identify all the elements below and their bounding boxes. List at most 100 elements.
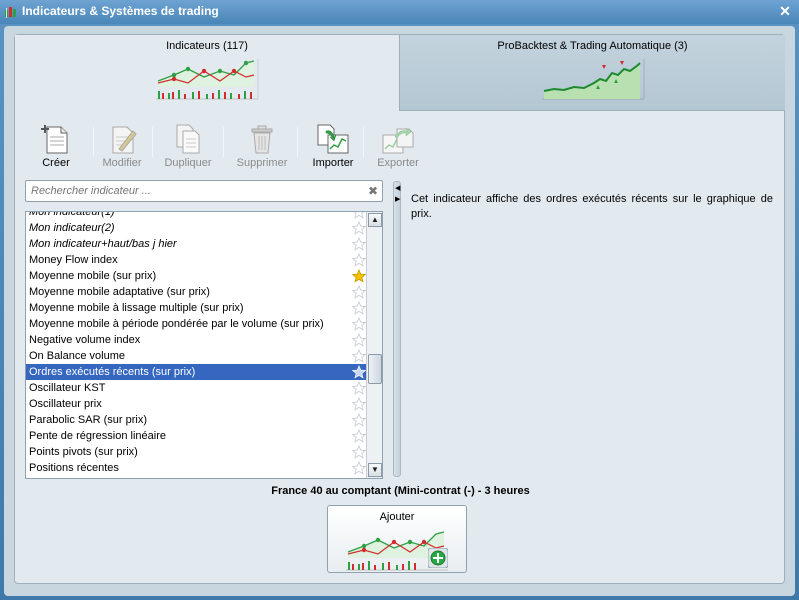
add-button-label: Ajouter xyxy=(379,511,415,523)
search-box: ✖ xyxy=(25,180,383,202)
list-item-label: Oscillateur prix xyxy=(29,398,102,410)
tab-probacktest-label: ProBacktest & Trading Automatique (3) xyxy=(497,40,688,52)
window-title: Indicateurs & Systèmes de trading xyxy=(22,4,219,18)
delete-button[interactable]: Supprimer xyxy=(229,123,295,173)
star-outline-icon[interactable] xyxy=(352,253,366,267)
star-outline-icon[interactable] xyxy=(352,397,366,411)
star-outline-icon[interactable] xyxy=(352,237,366,251)
list-item[interactable]: On Balance volume xyxy=(26,348,366,364)
import-button[interactable]: Importer xyxy=(300,123,366,173)
list-item[interactable]: Oscillateur prix xyxy=(26,396,366,412)
backtest-chart-icon xyxy=(541,59,644,100)
list-item[interactable]: Mon indicateur+haut/bas j hier xyxy=(26,236,366,252)
list-item-label: Mon indicateur+haut/bas j hier xyxy=(29,238,177,250)
modify-button[interactable]: Modifier xyxy=(89,123,155,173)
star-outline-icon[interactable] xyxy=(352,349,366,363)
star-outline-icon[interactable] xyxy=(352,285,366,299)
list-item[interactable]: Oscillateur KST xyxy=(26,380,366,396)
import-icon xyxy=(317,124,349,154)
toolbar-separator xyxy=(223,127,224,157)
duplicate-label: Dupliquer xyxy=(164,157,212,169)
tab-probacktest[interactable]: ProBacktest & Trading Automatique (3) xyxy=(400,35,785,111)
list-item[interactable]: Ordres exécutés récents (sur prix) xyxy=(26,364,366,380)
import-label: Importer xyxy=(312,157,354,169)
edit-document-icon xyxy=(112,126,137,154)
indicator-list-items: Mon indicateur(1) Mon indicateur(2) Mon in… xyxy=(26,211,366,476)
create-button[interactable]: Créer xyxy=(23,123,89,173)
tab-indicators-label: Indicateurs (117) xyxy=(166,40,248,52)
list-item-label: Moyenne mobile adaptative (sur prix) xyxy=(29,286,210,298)
list-item[interactable]: Positions récentes xyxy=(26,460,366,476)
toolbar-separator xyxy=(152,127,153,157)
list-item-label: Points pivots (sur prix) xyxy=(29,446,138,458)
toolbar-separator xyxy=(363,127,364,157)
list-item[interactable]: Points pivots (sur prix) xyxy=(26,444,366,460)
list-item-label: Mon indicateur(2) xyxy=(29,222,115,234)
duplicate-button[interactable]: Dupliquer xyxy=(155,123,221,173)
scroll-thumb[interactable] xyxy=(368,354,382,384)
trash-icon xyxy=(251,125,273,154)
list-item[interactable]: Money Flow index xyxy=(26,252,366,268)
list-item-label: On Balance volume xyxy=(29,350,125,362)
client-area: Indicateurs (117) ProBacktest & Trading … xyxy=(4,26,795,596)
star-outline-icon[interactable] xyxy=(352,365,366,379)
export-label: Exporter xyxy=(377,157,419,169)
scroll-up-icon[interactable]: ▲ xyxy=(368,213,382,227)
list-item[interactable]: Negative volume index xyxy=(26,332,366,348)
collapse-left-icon[interactable]: ◀ xyxy=(395,185,400,192)
list-item-label: Ordres exécutés récents (sur prix) xyxy=(29,366,196,378)
delete-label: Supprimer xyxy=(236,157,288,169)
toolbar: Créer Modifier Dupliquer Supprimer Impor… xyxy=(23,123,423,173)
app-icon xyxy=(5,7,16,18)
list-item[interactable]: Moyenne mobile à période pondérée par le… xyxy=(26,316,366,332)
indicator-chart-icon xyxy=(156,59,259,100)
indicator-list: Mon indicateur(1) Mon indicateur(2) Mon in… xyxy=(25,211,383,479)
list-item-label: Mon indicateur(1) xyxy=(29,211,115,218)
star-outline-icon[interactable] xyxy=(352,413,366,427)
list-item[interactable]: Mon indicateur(2) xyxy=(26,220,366,236)
star-outline-icon[interactable] xyxy=(352,333,366,347)
main-panel: Indicateurs (117) ProBacktest & Trading … xyxy=(14,34,785,584)
list-scrollbar[interactable]: ▲ ▼ xyxy=(366,212,382,478)
list-item-label: Moyenne mobile à période pondérée par le… xyxy=(29,318,324,330)
add-indicator-button[interactable]: Ajouter xyxy=(327,505,467,573)
panel-splitter[interactable]: ◀ ▶ xyxy=(393,181,401,477)
favorite-star-icon[interactable] xyxy=(352,269,366,283)
star-outline-icon[interactable] xyxy=(352,317,366,331)
star-outline-icon[interactable] xyxy=(352,461,366,475)
tab-indicators[interactable]: Indicateurs (117) xyxy=(15,35,400,111)
star-outline-icon[interactable] xyxy=(352,429,366,443)
list-item[interactable]: Parabolic SAR (sur prix) xyxy=(26,412,366,428)
star-outline-icon[interactable] xyxy=(352,211,366,219)
close-icon[interactable]: ✕ xyxy=(777,3,793,19)
title-bar[interactable]: Indicateurs & Systèmes de trading ✕ xyxy=(0,0,799,24)
list-item-label: Pente de régression linéaire xyxy=(29,430,166,442)
star-outline-icon[interactable] xyxy=(352,301,366,315)
export-button[interactable]: Exporter xyxy=(365,123,431,173)
clear-search-icon[interactable]: ✖ xyxy=(368,184,378,198)
star-outline-icon[interactable] xyxy=(352,221,366,235)
list-item[interactable]: Moyenne mobile adaptative (sur prix) xyxy=(26,284,366,300)
instrument-label: France 40 au comptant (Mini-contrat (-) … xyxy=(271,485,530,497)
list-item[interactable]: Moyenne mobile à lissage multiple (sur p… xyxy=(26,300,366,316)
list-item[interactable]: Moyenne mobile (sur prix) xyxy=(26,268,366,284)
duplicate-icon xyxy=(176,124,200,154)
star-outline-icon[interactable] xyxy=(352,445,366,459)
toolbar-separator xyxy=(297,127,298,157)
modify-label: Modifier xyxy=(102,157,142,169)
list-item[interactable]: Mon indicateur(1) xyxy=(26,211,366,220)
list-item-label: Positions récentes xyxy=(29,462,119,474)
list-item[interactable]: Pente de régression linéaire xyxy=(26,428,366,444)
plus-icon xyxy=(428,548,448,568)
list-item-label: Money Flow index xyxy=(29,254,118,266)
expand-right-icon[interactable]: ▶ xyxy=(395,196,400,203)
new-document-icon xyxy=(41,125,68,154)
indicators-window: Indicateurs & Systèmes de trading ✕ Indi… xyxy=(0,0,799,600)
list-item-label: Moyenne mobile (sur prix) xyxy=(29,270,157,282)
create-label: Créer xyxy=(42,157,70,169)
scroll-down-icon[interactable]: ▼ xyxy=(368,463,382,477)
search-input[interactable] xyxy=(29,183,359,199)
star-outline-icon[interactable] xyxy=(352,381,366,395)
list-item-label: Parabolic SAR (sur prix) xyxy=(29,414,147,426)
list-item-label: Moyenne mobile à lissage multiple (sur p… xyxy=(29,302,244,314)
